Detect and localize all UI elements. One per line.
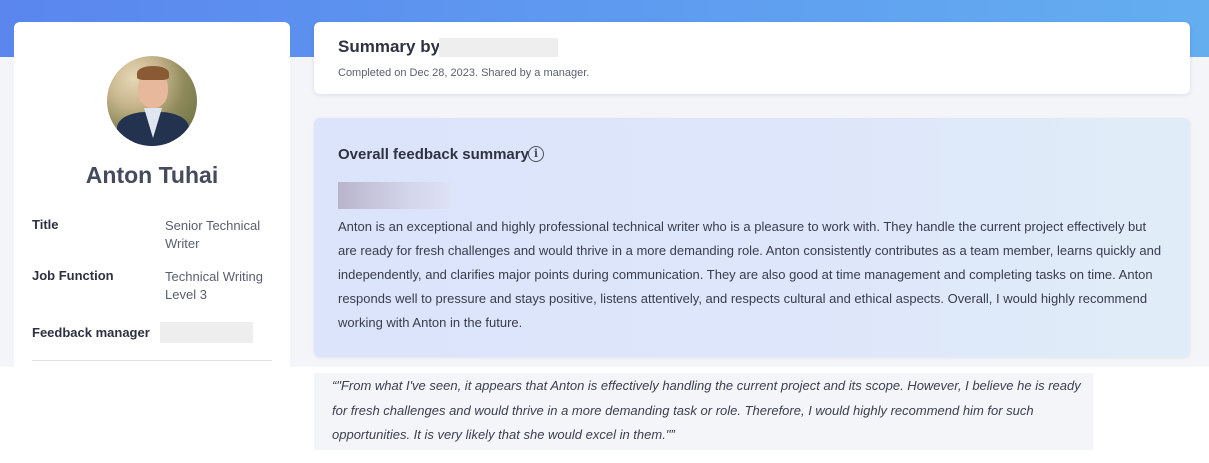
- overall-feedback-heading: Overall feedback summary: [338, 146, 529, 163]
- job-function-label: Job Function: [32, 268, 114, 283]
- overall-feedback-text: Anton is an exceptional and highly profe…: [338, 219, 1162, 330]
- summary-author-redacted: [439, 38, 558, 57]
- profile-card: Anton Tuhai Title Senior Technical Write…: [14, 22, 290, 463]
- summary-card: Summary by Completed on Dec 28, 2023. Sh…: [314, 22, 1190, 94]
- title-label: Title: [32, 217, 59, 232]
- title-value: Senior Technical Writer: [165, 218, 261, 251]
- title-row: Title Senior Technical Writer: [32, 217, 272, 257]
- summary-subtitle: Completed on Dec 28, 2023. Shared by a m…: [338, 67, 590, 79]
- profile-name: Anton Tuhai: [85, 162, 219, 188]
- quote-text: “"From what I've seen, it appears that A…: [332, 378, 1081, 442]
- overall-feedback-card: Overall feedback summary i Anton is an e…: [314, 118, 1190, 357]
- summary-title: Summary by: [338, 37, 441, 56]
- feedback-manager-value: [160, 322, 253, 343]
- feedback-manager-row: Feedback manager: [32, 322, 272, 347]
- job-function-value: Technical Writing Level 3: [165, 269, 264, 302]
- job-function-row: Job Function Technical Writing Level 3: [32, 268, 272, 308]
- quote-block: “"From what I've seen, it appears that A…: [314, 373, 1093, 450]
- info-circle-icon[interactable]: i: [528, 146, 544, 162]
- feedback-author-redacted: [338, 182, 451, 209]
- feedback-manager-label: Feedback manager: [32, 325, 150, 340]
- avatar: [107, 56, 197, 146]
- profile-divider: [32, 360, 272, 361]
